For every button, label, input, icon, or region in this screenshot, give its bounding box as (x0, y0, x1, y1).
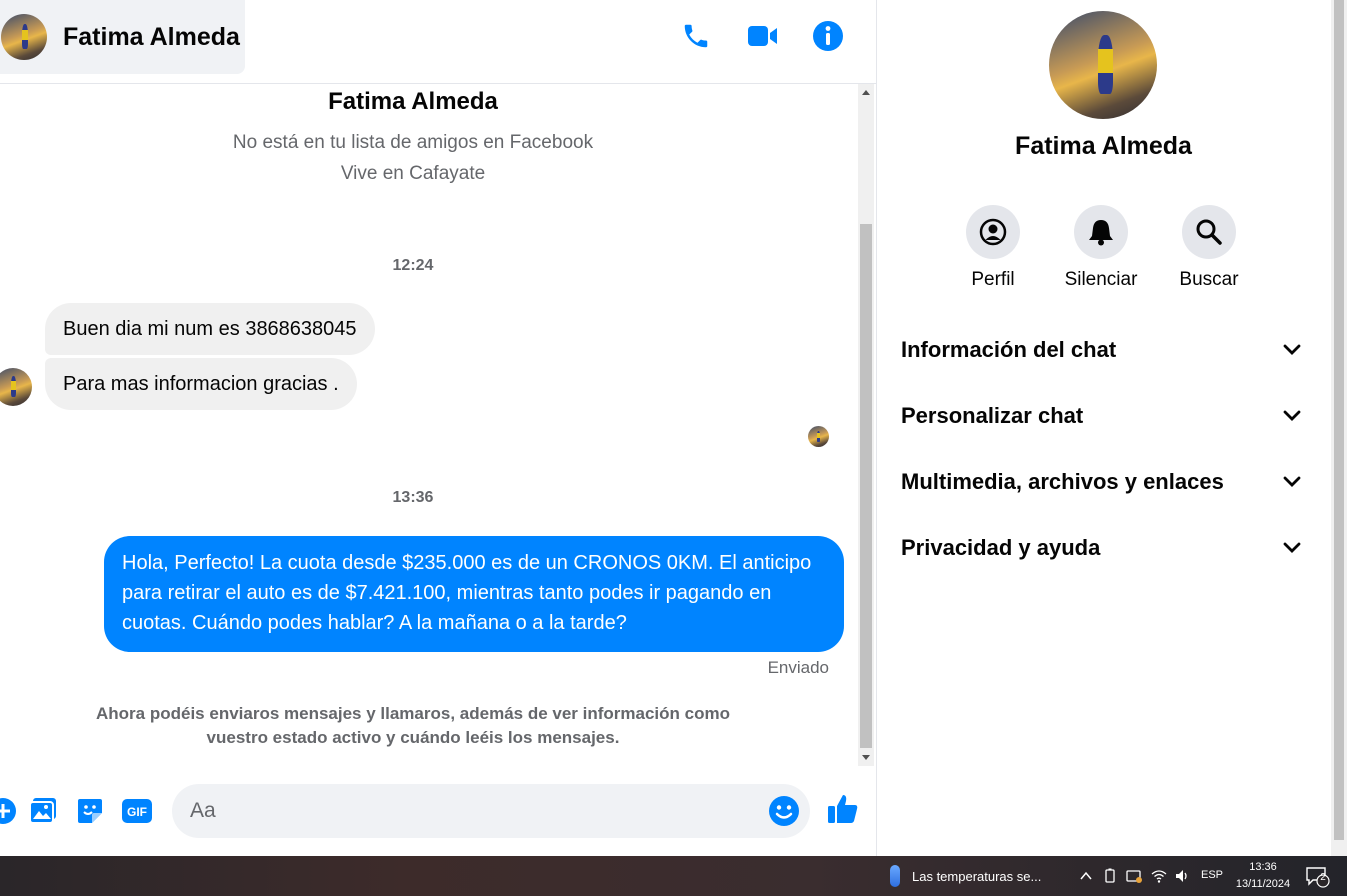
message-list[interactable]: Fatima Almeda No está en tu lista de ami… (0, 84, 858, 766)
sender-avatar[interactable] (0, 368, 32, 406)
volume-icon[interactable] (1174, 868, 1190, 884)
section-customize-chat[interactable]: Personalizar chat (901, 396, 1301, 436)
message-status: Enviado (767, 658, 829, 677)
gif-icon[interactable]: GIF (120, 794, 154, 828)
bell-icon[interactable] (1074, 205, 1128, 259)
connection-notice: Ahora podéis enviaros mensajes y llamaro… (96, 704, 730, 747)
chevron-up-icon[interactable] (1078, 868, 1094, 884)
message-input[interactable] (190, 784, 760, 838)
emoji-icon[interactable] (768, 795, 800, 827)
info-icon[interactable] (810, 18, 846, 54)
profile-name: Fatima Almeda (1015, 132, 1192, 160)
section-title: Información del chat (901, 337, 1117, 362)
message-input-box[interactable] (172, 784, 810, 838)
conversation-info-panel: Fatima Almeda Perfil Silenciar Buscar In… (877, 0, 1330, 856)
timestamp: 13:36 (392, 489, 434, 506)
messenger-window: Fatima Almeda Fatima Almeda No está en t… (0, 0, 1347, 856)
section-privacy-help[interactable]: Privacidad y ayuda (901, 528, 1301, 568)
thermometer-icon (890, 865, 900, 887)
intro-contact-name: Fatima Almeda (328, 88, 498, 115)
incoming-message[interactable]: Buen dia mi num es 3868638045 (45, 303, 375, 355)
outgoing-message[interactable]: Hola, Perfecto! La cuota desde $235.000 … (104, 536, 844, 652)
contact-avatar[interactable] (1, 14, 47, 60)
plus-icon[interactable] (0, 794, 20, 828)
system-clock[interactable]: 13:36 13/11/2024 (1228, 859, 1298, 893)
profile-action[interactable]: Perfil (953, 205, 1033, 291)
contact-name[interactable]: Fatima Almeda (63, 23, 240, 52)
clock-time: 13:36 (1249, 861, 1277, 873)
section-title: Privacidad y ayuda (901, 535, 1101, 560)
search-action[interactable]: Buscar (1169, 205, 1249, 291)
message-scrollbar[interactable] (858, 84, 874, 766)
gif-label: GIF (127, 805, 147, 819)
timestamp: 12:24 (392, 257, 434, 274)
wifi-icon[interactable] (1151, 868, 1167, 884)
page-scrollbar[interactable] (1331, 0, 1347, 856)
weather-widget[interactable]: Las temperaturas se... (890, 865, 1041, 887)
search-icon[interactable] (1182, 205, 1236, 259)
search-action-label: Buscar (1179, 269, 1239, 290)
seen-avatar (808, 426, 829, 447)
profile-avatar[interactable] (1049, 11, 1157, 119)
scroll-up-icon[interactable] (862, 90, 870, 95)
notification-count: 2 (1320, 872, 1326, 883)
chevron-down-icon (1283, 542, 1301, 553)
contact-header-chip[interactable]: Fatima Almeda (0, 0, 245, 74)
scrollbar-thumb[interactable] (860, 224, 872, 748)
not-friends-text: No está en tu lista de amigos en Faceboo… (232, 132, 594, 153)
section-chat-info[interactable]: Información del chat (901, 330, 1301, 370)
profile-icon[interactable] (966, 205, 1020, 259)
section-title: Multimedia, archivos y enlaces (901, 469, 1224, 494)
image-icon[interactable] (26, 794, 60, 828)
battery-icon[interactable] (1102, 868, 1118, 884)
mute-action[interactable]: Silenciar (1061, 205, 1141, 291)
section-media-files-links[interactable]: Multimedia, archivos y enlaces (901, 462, 1301, 502)
app-tray-icon[interactable] (1126, 868, 1142, 884)
taskbar: Las temperaturas se... ESP 13:36 13/11/2… (0, 856, 1347, 896)
incoming-message[interactable]: Para mas informacion gracias . (45, 358, 357, 410)
language-indicator[interactable]: ESP (1201, 869, 1223, 881)
chevron-down-icon (1283, 410, 1301, 421)
sticker-icon[interactable] (73, 794, 107, 828)
video-camera-icon[interactable] (744, 18, 780, 54)
notification-center-icon[interactable]: 2 (1305, 866, 1331, 888)
chevron-down-icon (1283, 344, 1301, 355)
mute-action-label: Silenciar (1064, 269, 1138, 290)
message-composer: GIF (0, 766, 876, 856)
scroll-down-icon[interactable] (862, 755, 870, 760)
phone-icon[interactable] (678, 18, 714, 54)
like-icon[interactable] (826, 792, 860, 826)
profile-action-label: Perfil (971, 269, 1015, 290)
weather-text: Las temperaturas se... (912, 868, 1042, 884)
location-text: Vive en Cafayate (340, 163, 486, 184)
chevron-down-icon (1283, 476, 1301, 487)
page-scrollbar-thumb[interactable] (1334, 0, 1344, 840)
clock-date: 13/11/2024 (1235, 878, 1291, 890)
chat-header: Fatima Almeda (0, 0, 876, 84)
section-title: Personalizar chat (901, 403, 1084, 428)
